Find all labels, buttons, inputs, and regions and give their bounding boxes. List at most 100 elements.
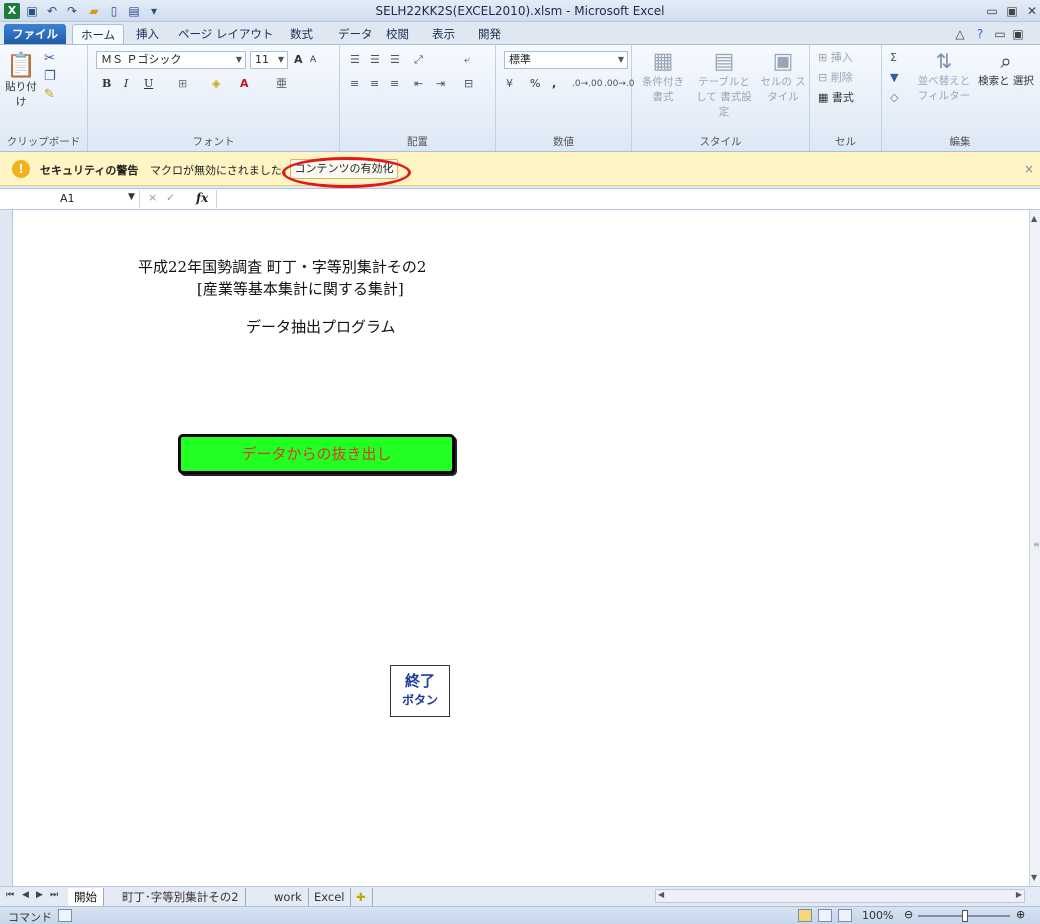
workbook-minimize-icon[interactable]: ▭ <box>992 26 1008 42</box>
minimize-icon[interactable]: ▭ <box>984 3 1000 19</box>
sheet-tab-excel[interactable]: Excel <box>308 888 352 906</box>
close-icon[interactable]: ✕ <box>1024 3 1040 19</box>
clear-icon[interactable]: ◇ <box>890 89 898 107</box>
format-as-table-button[interactable]: ▤ テーブルとして 書式設定 <box>694 49 754 119</box>
align-right-icon[interactable]: ≡ <box>390 75 399 93</box>
normal-view-icon[interactable] <box>798 909 812 922</box>
folder-open-icon[interactable]: ▰ <box>86 3 102 19</box>
exit-button[interactable]: 終了 ボタン <box>390 665 450 717</box>
tab-view[interactable]: 表示 <box>424 24 463 44</box>
insert-sheet-icon[interactable]: ✚ <box>350 888 373 906</box>
wrap-text-icon[interactable]: ⤶ <box>464 51 470 69</box>
sheet-tab-work[interactable]: work <box>268 888 309 906</box>
grow-font-button[interactable]: A <box>294 51 303 69</box>
page-layout-view-icon[interactable] <box>818 909 832 922</box>
tab-review[interactable]: 校閲 <box>378 24 417 44</box>
sheet-tab-town-aggregate[interactable]: 町丁･字等別集計その2 <box>116 888 246 906</box>
horizontal-scrollbar[interactable]: ◀ ▶ <box>655 889 1025 903</box>
scroll-right-icon[interactable]: ▶ <box>1016 890 1022 899</box>
tab-file[interactable]: ファイル <box>4 24 66 44</box>
increase-decimal-icon[interactable]: .0→.00 <box>572 75 602 93</box>
macro-record-icon[interactable] <box>58 909 72 922</box>
align-bottom-icon[interactable]: ☰ <box>390 51 400 69</box>
tab-insert[interactable]: 挿入 <box>128 24 167 44</box>
format-cells-button[interactable]: ▦ 書式 <box>818 89 854 107</box>
print-preview-icon[interactable]: ▤ <box>126 3 142 19</box>
tab-home[interactable]: ホーム <box>72 24 125 44</box>
next-sheet-icon[interactable]: ▶ <box>36 890 43 900</box>
cancel-entry-icon[interactable]: × <box>148 191 157 204</box>
first-sheet-icon[interactable]: ⏮ <box>6 890 14 900</box>
name-box[interactable]: A1 <box>10 190 140 208</box>
font-name-combo[interactable]: ＭＳ Ｐゴシック ▼ <box>96 51 246 69</box>
scroll-left-icon[interactable]: ◀ <box>658 890 664 899</box>
tab-data[interactable]: データ <box>330 24 381 44</box>
excel-app-icon[interactable]: X <box>4 3 20 19</box>
scroll-down-icon[interactable]: ▼ <box>1031 873 1037 882</box>
page-break-view-icon[interactable] <box>838 909 852 922</box>
insert-function-icon[interactable]: fx <box>196 191 208 205</box>
increase-indent-icon[interactable]: ⇥ <box>436 75 445 93</box>
worksheet-area[interactable] <box>12 210 1029 886</box>
close-icon[interactable]: × <box>1024 162 1034 176</box>
align-middle-icon[interactable]: ☰ <box>370 51 380 69</box>
align-left-icon[interactable]: ≡ <box>350 75 359 93</box>
currency-icon[interactable]: ¥ <box>506 75 513 93</box>
tab-formulas[interactable]: 数式 <box>282 24 321 44</box>
format-painter-icon[interactable]: ✎ <box>44 87 55 102</box>
extract-data-button[interactable]: データからの抜き出し <box>178 434 455 474</box>
align-top-icon[interactable]: ☰ <box>350 51 360 69</box>
fill-color-icon[interactable]: ◈ <box>212 75 220 93</box>
decrease-decimal-icon[interactable]: .00→.0 <box>604 75 634 93</box>
undo-icon[interactable]: ↶ <box>44 3 60 19</box>
cut-icon[interactable]: ✂ <box>44 51 55 66</box>
tab-page-layout[interactable]: ページ レイアウト <box>170 24 281 44</box>
conditional-formatting-button[interactable]: ▦ 条件付き 書式 <box>636 49 690 104</box>
decrease-indent-icon[interactable]: ⇤ <box>414 75 423 93</box>
phonetic-icon[interactable]: 亜 <box>276 75 287 93</box>
font-color-button[interactable]: A <box>240 75 249 93</box>
underline-button[interactable]: U <box>144 75 153 93</box>
scroll-up-icon[interactable]: ▲ <box>1031 214 1037 223</box>
number-format-combo[interactable]: 標準 ▼ <box>504 51 628 69</box>
borders-icon[interactable]: ⊞ <box>178 75 187 93</box>
help-icon[interactable]: ? <box>972 26 988 42</box>
vertical-scrollbar[interactable]: ▲ ≡ ▼ <box>1029 210 1040 886</box>
copy-icon[interactable]: ❐ <box>44 69 56 84</box>
font-size-combo[interactable]: 11 ▼ <box>250 51 288 69</box>
find-select-button[interactable]: ⌕ 検索と 選択 <box>978 49 1034 88</box>
sort-filter-button[interactable]: ⇅ 並べ替えと フィルター <box>912 49 976 103</box>
comma-button[interactable]: , <box>552 75 556 93</box>
redo-icon[interactable]: ↷ <box>64 3 80 19</box>
zoom-in-icon[interactable]: ⊕ <box>1016 908 1025 921</box>
insert-cells-button[interactable]: ⊞ 挿入 <box>818 49 853 67</box>
workbook-restore-icon[interactable]: ▣ <box>1010 26 1026 42</box>
enter-entry-icon[interactable]: ✓ <box>166 191 175 204</box>
scroll-thumb-grip-icon[interactable]: ≡ <box>1033 540 1040 549</box>
shrink-font-button[interactable]: A <box>310 51 316 69</box>
chevron-down-icon[interactable]: ▼ <box>128 192 135 202</box>
minimize-ribbon-icon[interactable]: △ <box>952 26 968 42</box>
save-icon[interactable]: ▣ <box>24 3 40 19</box>
delete-cells-button[interactable]: ⊟ 削除 <box>818 69 853 87</box>
zoom-level[interactable]: 100% <box>862 909 893 922</box>
align-center-icon[interactable]: ≡ <box>370 75 379 93</box>
tab-developer[interactable]: 開発 <box>470 24 509 44</box>
fill-icon[interactable]: ▼ <box>890 69 898 87</box>
orientation-icon[interactable]: ⤢ <box>414 51 423 69</box>
percent-button[interactable]: % <box>530 75 540 93</box>
zoom-slider-thumb[interactable] <box>962 910 968 922</box>
restore-icon[interactable]: ▣ <box>1004 3 1020 19</box>
prev-sheet-icon[interactable]: ◀ <box>22 890 29 900</box>
cell-styles-button[interactable]: ▣ セルの スタイル <box>758 49 808 104</box>
formula-input[interactable] <box>216 190 1032 208</box>
new-document-icon[interactable]: ▯ <box>106 3 122 19</box>
merge-center-icon[interactable]: ⊟ <box>464 75 473 93</box>
last-sheet-icon[interactable]: ⏭ <box>50 890 58 900</box>
qat-dropdown-icon[interactable]: ▾ <box>146 3 162 19</box>
paste-button[interactable]: 📋 貼り付け <box>4 51 38 109</box>
bold-button[interactable]: B <box>102 75 111 93</box>
italic-button[interactable]: I <box>124 75 128 93</box>
sheet-tab-start[interactable]: 開始 <box>68 888 104 906</box>
autosum-button[interactable]: Σ <box>890 49 897 67</box>
